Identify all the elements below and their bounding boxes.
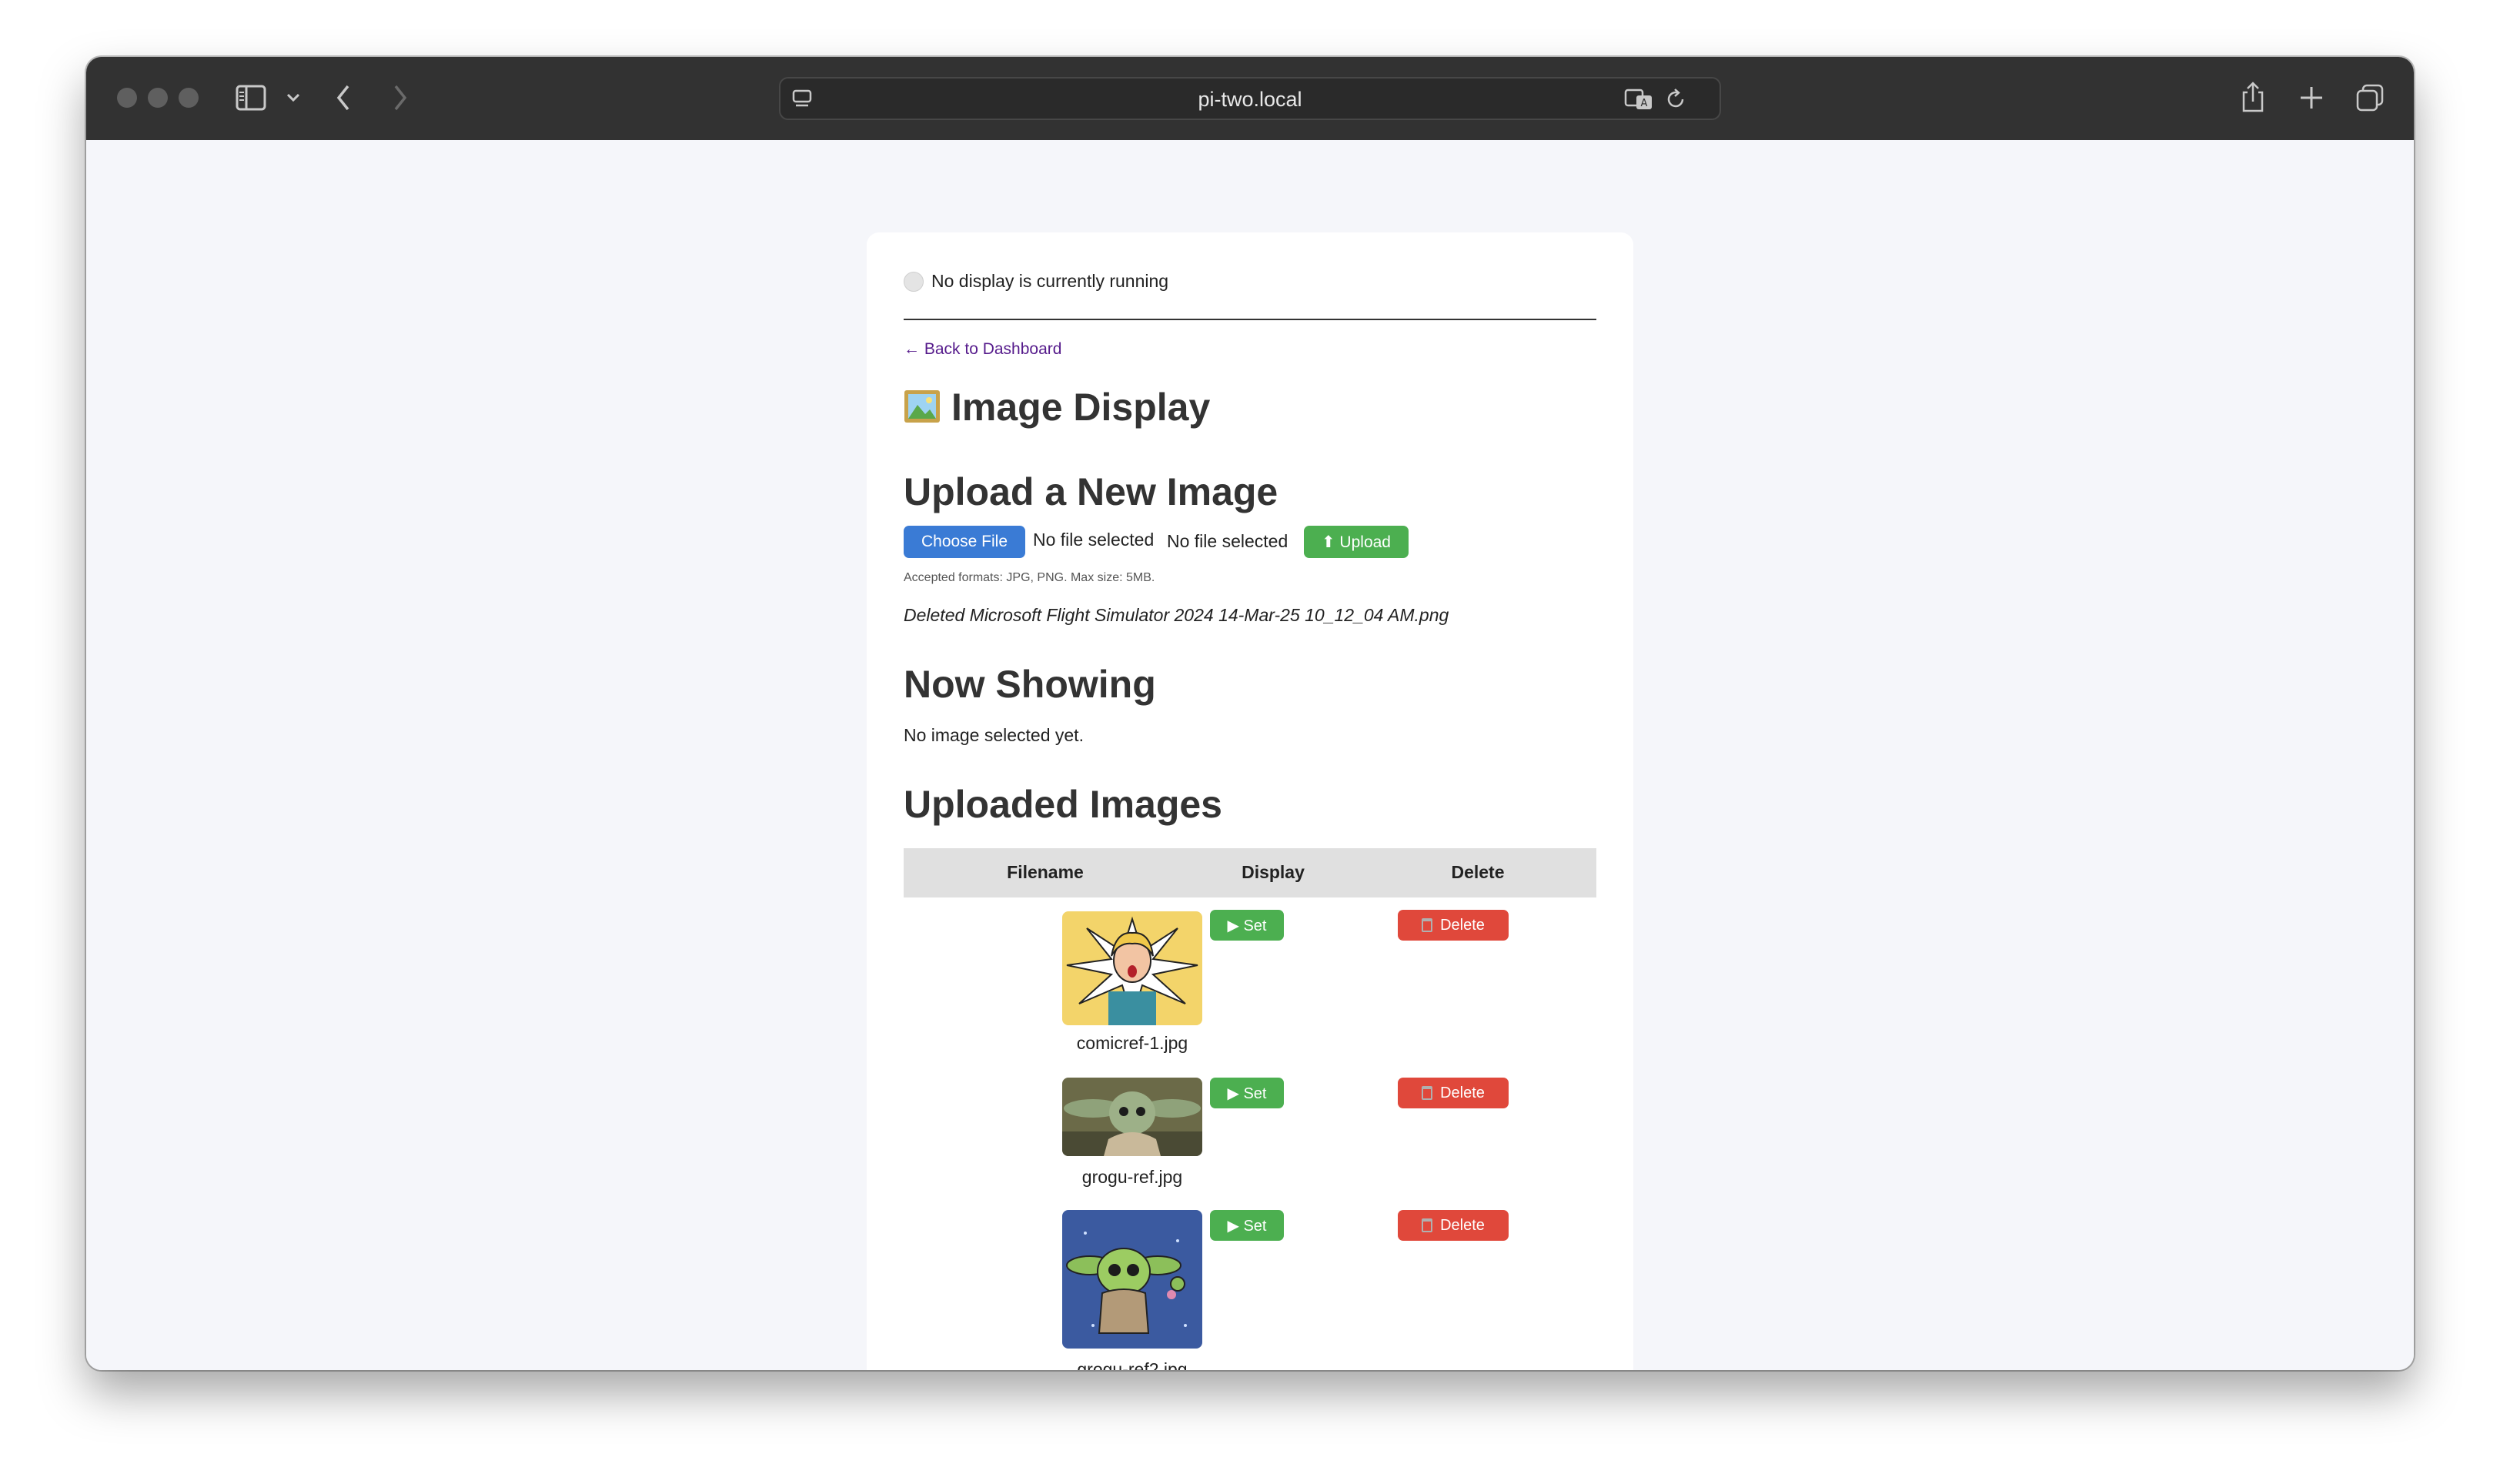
upload-message: Deleted Microsoft Flight Simulator 2024 … — [904, 605, 1449, 625]
svg-text:A: A — [1641, 98, 1648, 109]
image-thumbnail[interactable] — [1062, 1078, 1202, 1156]
close-window-button[interactable] — [117, 88, 137, 108]
table-header: Filename Display Delete — [904, 848, 1596, 897]
uploaded-images-heading: Uploaded Images — [904, 783, 1222, 826]
delete-label: Delete — [1440, 1084, 1485, 1101]
url-text: pi-two.local — [1198, 88, 1302, 111]
status-text: No display is currently running — [931, 271, 1169, 291]
browser-toolbar: pi-two.local A — [86, 57, 2414, 140]
framed-picture-icon — [904, 390, 940, 423]
set-display-button[interactable]: ▶ Set — [1210, 1210, 1284, 1241]
trash-icon — [1422, 1086, 1433, 1100]
back-to-dashboard-link[interactable]: ← Back to Dashboard — [904, 340, 1061, 359]
image-thumbnail[interactable] — [1062, 1210, 1202, 1349]
set-display-button[interactable]: ▶ Set — [1210, 1078, 1284, 1108]
trash-icon — [1422, 918, 1433, 932]
main-card: No display is currently running ← Back t… — [867, 232, 1633, 1370]
back-icon[interactable] — [334, 83, 353, 112]
zoom-window-button[interactable] — [179, 88, 199, 108]
column-header-delete: Delete — [1451, 862, 1505, 882]
status-indicator-icon — [904, 272, 924, 292]
tabs-overview-icon[interactable] — [2355, 83, 2385, 112]
translate-icon[interactable]: A — [1624, 88, 1655, 111]
image-filename: comicref-1.jpg — [1076, 1033, 1188, 1053]
page-title: Image Display — [904, 385, 1210, 429]
image-thumbnail[interactable] — [1062, 911, 1202, 1025]
image-filename: grogu-ref2.jpg — [1077, 1359, 1188, 1370]
divider — [904, 319, 1596, 320]
sidebar-icon[interactable] — [236, 85, 266, 111]
image-filename: grogu-ref.jpg — [1081, 1167, 1183, 1187]
delete-button[interactable]: Delete — [1398, 910, 1509, 941]
chevron-down-icon[interactable] — [286, 92, 300, 103]
delete-button[interactable]: Delete — [1398, 1078, 1509, 1108]
choose-file-button[interactable]: Choose File — [904, 526, 1025, 558]
share-icon[interactable] — [2240, 80, 2266, 114]
minimize-window-button[interactable] — [148, 88, 168, 108]
now-showing-text: No image selected yet. — [904, 725, 1084, 745]
new-tab-icon[interactable] — [2298, 85, 2325, 111]
display-status: No display is currently running — [904, 271, 1168, 292]
column-header-display: Display — [1242, 862, 1305, 882]
upload-heading: Upload a New Image — [904, 470, 1278, 513]
column-header-filename: Filename — [1007, 862, 1084, 882]
selected-file-label: No file selected — [1167, 531, 1288, 551]
reload-icon[interactable] — [1664, 88, 1687, 111]
page-title-text: Image Display — [951, 386, 1211, 429]
accepted-formats-note: Accepted formats: JPG, PNG. Max size: 5M… — [904, 571, 1155, 584]
delete-label: Delete — [1440, 1216, 1485, 1234]
page-viewport: No display is currently running ← Back t… — [86, 140, 2414, 1370]
file-input-status: No file selected — [1033, 530, 1155, 550]
address-bar[interactable]: pi-two.local A — [779, 77, 1721, 120]
upload-button[interactable]: ⬆ Upload — [1304, 526, 1409, 558]
delete-label: Delete — [1440, 916, 1485, 934]
set-display-button[interactable]: ▶ Set — [1210, 910, 1284, 941]
trash-icon — [1422, 1218, 1433, 1232]
delete-button[interactable]: Delete — [1398, 1210, 1509, 1241]
browser-window: pi-two.local A No display is currently r… — [86, 57, 2414, 1370]
forward-icon[interactable] — [391, 83, 409, 112]
now-showing-heading: Now Showing — [904, 663, 1156, 706]
